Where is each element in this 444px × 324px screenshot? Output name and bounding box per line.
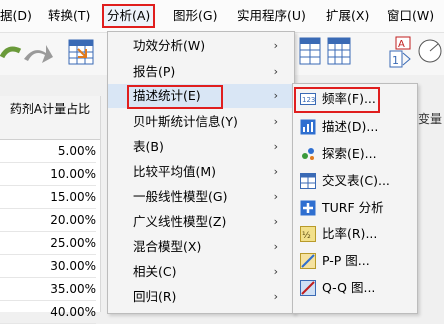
- menu-item-power-analysis[interactable]: 功效分析(W) ›: [108, 34, 294, 58]
- submenu-arrow-icon: ›: [273, 39, 278, 52]
- grid-cell[interactable]: 25.00%: [0, 232, 96, 255]
- ratio-icon: ½: [300, 226, 316, 242]
- crosstabs-icon: [300, 173, 316, 189]
- descriptive-statistics-submenu: 123 频率(F)... 描述(D)... 探索(E)... 交叉表(C)...: [292, 83, 418, 314]
- menu-window[interactable]: 窗口(W): [387, 6, 434, 26]
- menu-item-qq-plot[interactable]: Q-Q 图...: [293, 275, 417, 301]
- menu-item-tables[interactable]: 表(B) ›: [108, 135, 294, 159]
- scale-icon[interactable]: [416, 37, 444, 67]
- menu-item-explore[interactable]: 探索(E)...: [293, 141, 417, 167]
- menu-item-label: 混合模型(X): [133, 239, 202, 254]
- explore-icon: [302, 148, 314, 160]
- descriptives-icon: [300, 119, 316, 135]
- variable-column-header[interactable]: 变量: [418, 110, 442, 127]
- menu-item-label: 贝叶斯统计信息(Y): [133, 114, 238, 129]
- menu-item-label: Q-Q 图...: [322, 280, 376, 295]
- pp-plot-icon: [300, 253, 316, 269]
- submenu-arrow-icon: ›: [273, 65, 278, 78]
- menu-item-label: P-P 图...: [322, 253, 370, 268]
- menu-item-label: 一般线性模型(G): [133, 189, 228, 204]
- menu-data[interactable]: 据(D): [0, 6, 32, 26]
- grid-cell[interactable]: 20.00%: [0, 209, 96, 232]
- submenu-arrow-icon: ›: [273, 240, 278, 253]
- submenu-arrow-icon: ›: [273, 140, 278, 153]
- menu-item-label: 描述统计(E): [133, 88, 201, 103]
- submenu-arrow-icon: ›: [273, 115, 278, 128]
- menu-graphs[interactable]: 图形(G): [173, 6, 217, 26]
- menu-item-label: 表(B): [133, 139, 164, 154]
- menu-item-ratio[interactable]: ½ 比率(R)...: [293, 221, 417, 247]
- svg-text:1: 1: [392, 54, 399, 67]
- menu-item-regression[interactable]: 回归(R) ›: [108, 285, 294, 309]
- menu-item-compare-means[interactable]: 比较平均值(M) ›: [108, 160, 294, 184]
- submenu-arrow-icon: ›: [273, 265, 278, 278]
- menu-analyze[interactable]: 分析(A): [102, 4, 156, 28]
- menu-item-crosstabs[interactable]: 交叉表(C)...: [293, 168, 417, 194]
- menu-item-label: 描述(D)...: [322, 119, 379, 134]
- menu-item-label: 功效分析(W): [133, 38, 206, 53]
- menu-item-frequencies[interactable]: 123 频率(F)...: [293, 86, 417, 113]
- menu-item-generalized-linear-models[interactable]: 广义线性模型(Z) ›: [108, 210, 294, 234]
- menu-item-label: 报告(P): [133, 64, 176, 79]
- data-grid: 药剂A计量占比 5.00% 10.00% 15.00% 20.00% 25.00…: [0, 96, 101, 324]
- menu-item-label: 交叉表(C)...: [322, 173, 390, 188]
- grid-cell[interactable]: 5.00%: [0, 140, 96, 163]
- menu-item-label: 比较平均值(M): [133, 164, 217, 179]
- submenu-arrow-icon: ›: [273, 89, 278, 102]
- menu-extensions[interactable]: 扩展(X): [326, 6, 369, 26]
- undo-icon[interactable]: [0, 39, 22, 65]
- grid-cell[interactable]: 10.00%: [0, 163, 96, 186]
- menu-item-descriptives[interactable]: 描述(D)...: [293, 114, 417, 140]
- menu-item-turf-analysis[interactable]: TURF 分析: [293, 195, 417, 221]
- menu-bar: 据(D) 转换(T) 分析(A) 图形(G) 实用程序(U) 扩展(X) 窗口(…: [0, 0, 444, 33]
- column-header[interactable]: 药剂A计量占比: [0, 96, 100, 140]
- turf-icon: [300, 200, 316, 216]
- submenu-arrow-icon: ›: [273, 165, 278, 178]
- menu-item-pp-plot[interactable]: P-P 图...: [293, 248, 417, 274]
- menu-item-label: 广义线性模型(Z): [133, 214, 227, 229]
- analyze-menu: 功效分析(W) › 报告(P) › 描述统计(E) › 贝叶斯统计信息(Y) ›…: [107, 31, 295, 314]
- qq-plot-icon: [300, 280, 316, 296]
- svg-text:A: A: [398, 39, 405, 50]
- redo-icon[interactable]: [20, 39, 54, 69]
- grid-cell[interactable]: 30.00%: [0, 255, 96, 278]
- menu-item-label: 相关(C): [133, 264, 177, 279]
- grid-cell[interactable]: 40.00%: [0, 301, 96, 324]
- value-labels-icon[interactable]: A 1: [388, 35, 414, 69]
- menu-item-general-linear-model[interactable]: 一般线性模型(G) ›: [108, 185, 294, 209]
- menu-item-label: TURF 分析: [322, 200, 384, 215]
- menu-item-label: 频率(F)...: [322, 91, 376, 106]
- menu-item-reports[interactable]: 报告(P) ›: [108, 60, 294, 84]
- grid-cell[interactable]: 15.00%: [0, 186, 96, 209]
- grid-cell[interactable]: 35.00%: [0, 278, 96, 301]
- menu-item-label: 探索(E)...: [322, 146, 377, 161]
- frequencies-icon: 123: [300, 93, 316, 105]
- menu-item-label: 比率(R)...: [322, 226, 378, 241]
- menu-item-correlate[interactable]: 相关(C) ›: [108, 260, 294, 284]
- menu-transform[interactable]: 转换(T): [48, 6, 90, 26]
- submenu-arrow-icon: ›: [273, 215, 278, 228]
- menu-item-label: 回归(R): [133, 289, 177, 304]
- submenu-arrow-icon: ›: [273, 190, 278, 203]
- insert-variable-icon[interactable]: [298, 36, 322, 66]
- svg-text:123: 123: [302, 96, 315, 104]
- menu-item-mixed-models[interactable]: 混合模型(X) ›: [108, 235, 294, 259]
- menu-item-bayesian[interactable]: 贝叶斯统计信息(Y) ›: [108, 110, 294, 134]
- submenu-arrow-icon: ›: [273, 290, 278, 303]
- split-file-icon[interactable]: [326, 36, 352, 66]
- goto-case-icon[interactable]: [66, 37, 98, 67]
- menu-item-descriptive-statistics[interactable]: 描述统计(E) ›: [108, 84, 294, 109]
- menu-utilities[interactable]: 实用程序(U): [237, 6, 306, 26]
- svg-text:½: ½: [302, 231, 311, 241]
